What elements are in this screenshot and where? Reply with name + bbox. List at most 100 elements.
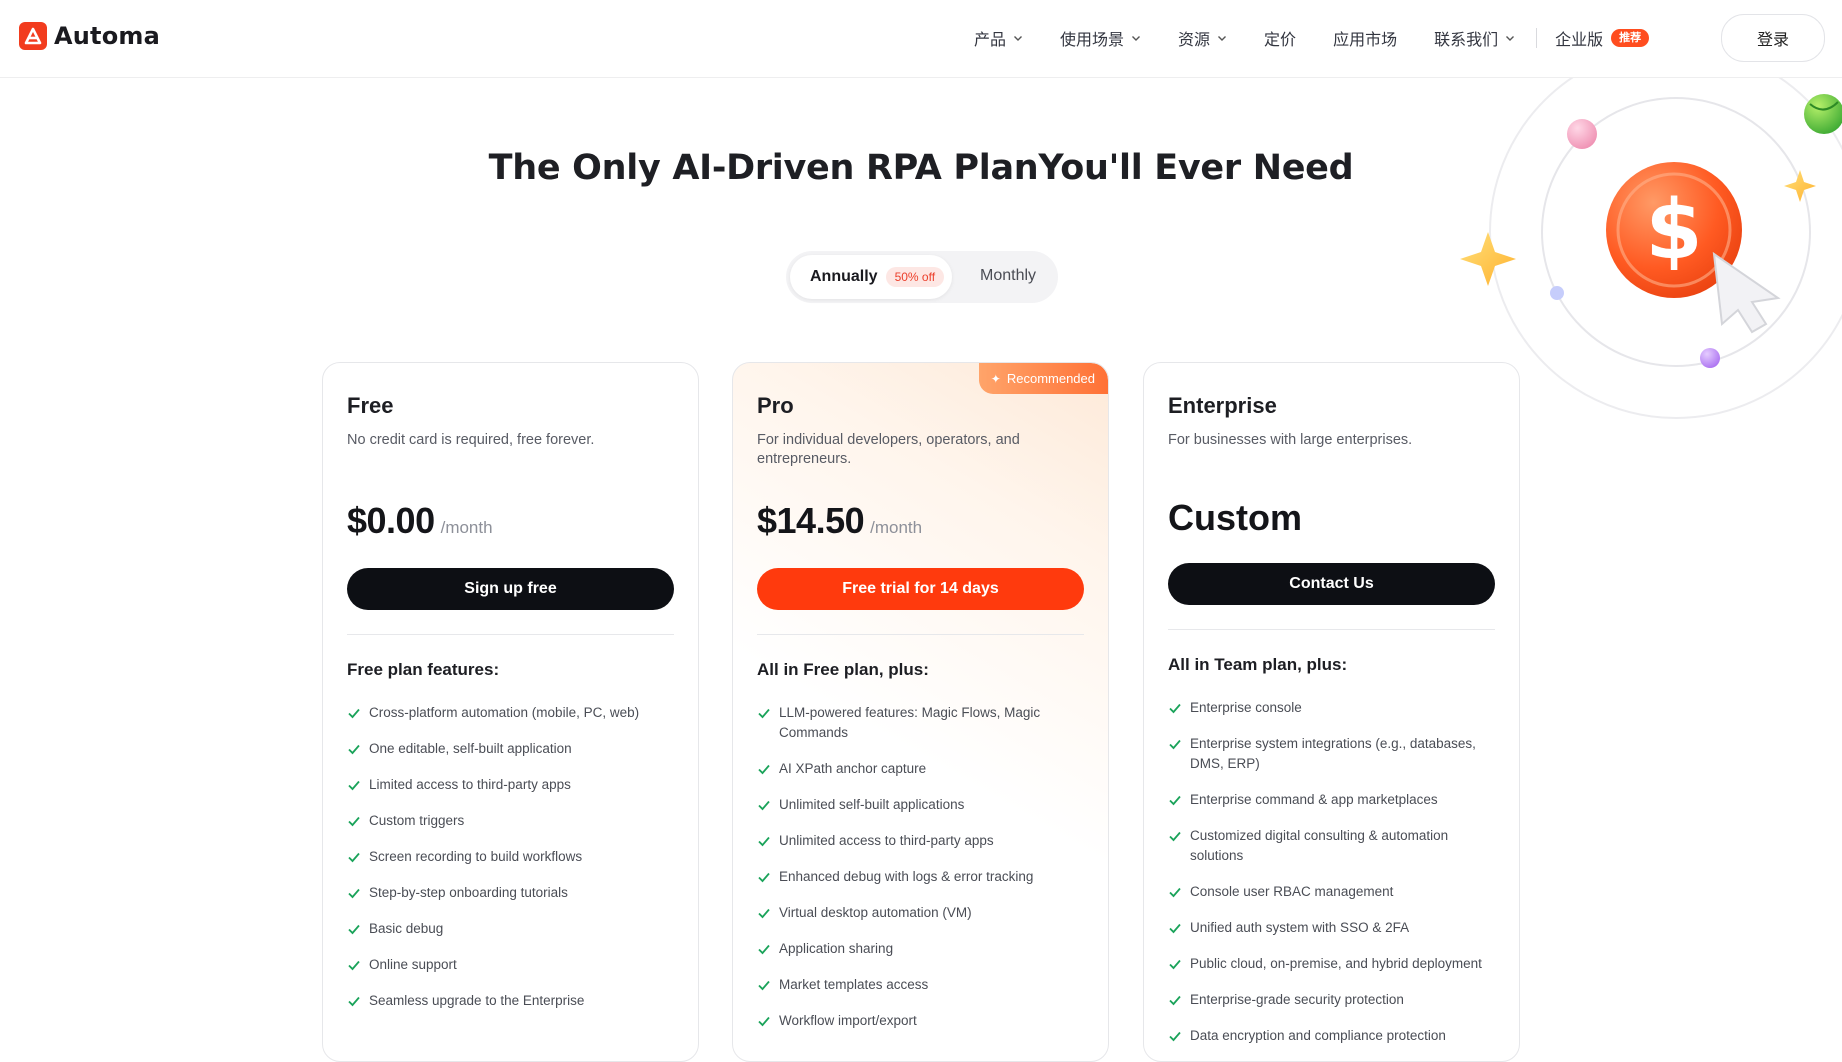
check-icon — [348, 996, 360, 1007]
check-icon — [1169, 831, 1181, 842]
price-row: $0.00 /month — [347, 500, 674, 544]
feature-item: One editable, self-built application — [347, 739, 674, 759]
check-icon — [758, 872, 770, 883]
feature-item: Screen recording to build workflows — [347, 847, 674, 867]
feature-text: Customized digital consulting & automati… — [1190, 828, 1449, 863]
nav-label: 企业版 — [1555, 30, 1604, 49]
feature-item: Unlimited access to third-party apps — [757, 831, 1084, 851]
nav-label: 资源 — [1178, 30, 1211, 49]
feature-item: Custom triggers — [347, 811, 674, 831]
nav-label: 联系我们 — [1434, 30, 1499, 49]
chevron-down-icon — [1218, 36, 1227, 41]
feature-item: Cross-platform automation (mobile, PC, w… — [347, 703, 674, 723]
nav-item-products[interactable]: 产品 — [974, 26, 1023, 50]
nav-item-enterprise[interactable]: 企业版 推荐 — [1555, 26, 1650, 50]
nav-label: 使用场景 — [1060, 30, 1125, 49]
feature-item: Enhanced debug with logs & error trackin… — [757, 867, 1084, 887]
check-icon — [1169, 795, 1181, 806]
feature-item: Enterprise-grade security protection — [1168, 990, 1495, 1010]
chevron-down-icon — [1506, 36, 1515, 41]
feature-text: Custom triggers — [369, 813, 465, 828]
plan-description: For businesses with large enterprises. — [1168, 432, 1413, 448]
feature-text: Virtual desktop automation (VM) — [779, 905, 972, 920]
features-heading: Free plan features: — [347, 660, 500, 679]
check-icon — [1169, 995, 1181, 1006]
feature-item: Limited access to third-party apps — [347, 775, 674, 795]
check-icon — [348, 816, 360, 827]
feature-item: Console user RBAC management — [1168, 882, 1495, 902]
feature-text: Limited access to third-party apps — [369, 777, 571, 792]
price-row: Custom — [1168, 497, 1495, 541]
feature-item: Workflow import/export — [757, 1011, 1084, 1031]
check-icon — [1169, 923, 1181, 934]
feature-list: LLM-powered features: Magic Flows, Magic… — [757, 703, 1084, 1031]
feature-item: Seamless upgrade to the Enterprise — [347, 991, 674, 1011]
divider — [1168, 629, 1495, 630]
nav-label: 产品 — [974, 30, 1007, 49]
feature-text: Basic debug — [369, 921, 444, 936]
check-icon — [348, 744, 360, 755]
nav-item-contact[interactable]: 联系我们 — [1434, 26, 1515, 50]
check-icon — [348, 960, 360, 971]
contact-us-button[interactable]: Contact Us — [1168, 563, 1495, 605]
chevron-down-icon — [1132, 36, 1141, 41]
free-trial-button[interactable]: Free trial for 14 days — [757, 568, 1084, 610]
plan-price: $14.50 — [757, 500, 865, 541]
check-icon — [348, 924, 360, 935]
feature-item: Basic debug — [347, 919, 674, 939]
feature-text: Cross-platform automation (mobile, PC, w… — [369, 705, 640, 720]
check-icon — [348, 708, 360, 719]
feature-text: Enhanced debug with logs & error trackin… — [779, 869, 1034, 884]
nav-item-use-cases[interactable]: 使用场景 — [1060, 26, 1141, 50]
recommended-label: Recommended — [1006, 371, 1095, 386]
feature-item: Enterprise console — [1168, 698, 1495, 718]
logo-text: Automa — [54, 22, 161, 50]
check-icon — [758, 764, 770, 775]
check-icon — [758, 800, 770, 811]
price-period: /month — [440, 518, 493, 537]
chevron-down-icon — [1014, 36, 1023, 41]
check-icon — [1169, 1031, 1181, 1042]
sign-up-free-button[interactable]: Sign up free — [347, 568, 674, 610]
plan-card-enterprise: Enterprise For businesses with large ent… — [1143, 362, 1520, 1062]
nav-item-resources[interactable]: 资源 — [1178, 26, 1227, 50]
plan-price: Custom — [1168, 497, 1302, 538]
feature-item: Market templates access — [757, 975, 1084, 995]
feature-list: Cross-platform automation (mobile, PC, w… — [347, 703, 674, 1011]
plan-description: For individual developers, operators, an… — [757, 432, 1020, 467]
login-button[interactable]: 登录 — [1721, 14, 1825, 62]
feature-text: Seamless upgrade to the Enterprise — [369, 993, 585, 1008]
check-icon — [348, 888, 360, 899]
price-period: /month — [870, 518, 923, 537]
nav-item-pricing[interactable]: 定价 — [1264, 26, 1296, 50]
feature-text: One editable, self-built application — [369, 741, 572, 756]
dollar-sign: $ — [1645, 183, 1702, 278]
nav-item-app-market[interactable]: 应用市场 — [1333, 26, 1397, 50]
plan-name: Enterprise — [1168, 393, 1277, 418]
nav-label: 定价 — [1264, 30, 1297, 49]
feature-item: Step-by-step onboarding tutorials — [347, 883, 674, 903]
automa-logo[interactable]: Automa — [19, 22, 160, 50]
recommended-tag: ✦ Recommended — [978, 363, 1108, 394]
annually-label: Annually — [810, 268, 878, 285]
billing-option-annually[interactable]: Annually 50% off — [790, 255, 952, 299]
billing-option-monthly[interactable]: Monthly — [980, 267, 1036, 285]
feature-item: Application sharing — [757, 939, 1084, 959]
green-ball — [1804, 94, 1842, 134]
cursor-pointer — [1712, 251, 1781, 334]
feature-text: Unlimited self-built applications — [779, 797, 965, 812]
check-icon — [758, 944, 770, 955]
check-icon — [1169, 739, 1181, 750]
pink-ball — [1567, 119, 1597, 149]
feature-item: Customized digital consulting & automati… — [1168, 826, 1495, 866]
feature-item: Enterprise command & app marketplaces — [1168, 790, 1495, 810]
feature-text: Public cloud, on-premise, and hybrid dep… — [1190, 956, 1482, 971]
check-icon — [1169, 959, 1181, 970]
check-icon — [758, 980, 770, 991]
check-icon — [1169, 703, 1181, 714]
check-icon — [348, 852, 360, 863]
plan-name: Free — [347, 393, 394, 418]
features-heading: All in Free plan, plus: — [757, 660, 929, 679]
plan-description: No credit card is required, free forever… — [347, 432, 595, 448]
purple-ball — [1700, 348, 1720, 368]
